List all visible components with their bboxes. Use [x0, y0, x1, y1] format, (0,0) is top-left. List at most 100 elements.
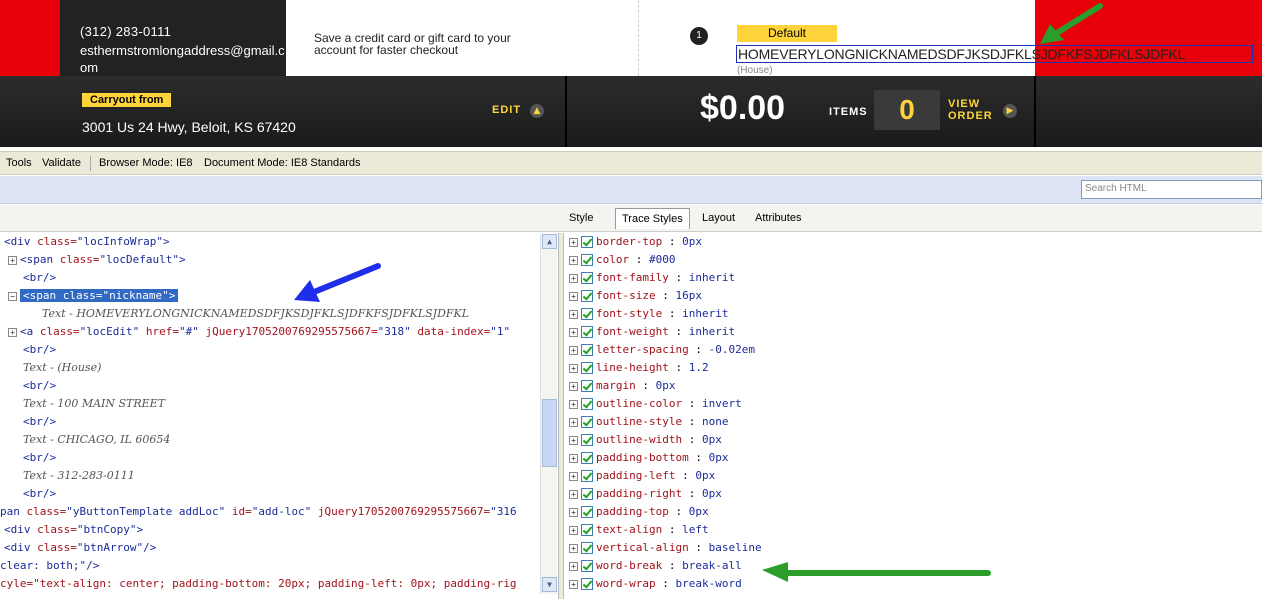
- chevron-right-icon[interactable]: ▶: [1003, 104, 1017, 118]
- style-rule-row[interactable]: + word-wrap : break-word: [569, 575, 742, 593]
- style-rule-row[interactable]: + font-size : 16px: [569, 287, 702, 305]
- expand-icon[interactable]: +: [569, 363, 578, 373]
- rule-checkbox[interactable]: [581, 542, 593, 554]
- tab-attributes[interactable]: Attributes: [749, 211, 807, 225]
- style-rule-row[interactable]: + letter-spacing : -0.02em: [569, 341, 755, 359]
- rule-checkbox[interactable]: [581, 344, 593, 356]
- style-rule-row[interactable]: + padding-left : 0px: [569, 467, 715, 485]
- menu-document-mode[interactable]: Document Mode: IE8 Standards: [204, 157, 361, 169]
- html-tree-pane[interactable]: <div class="locInfoWrap"> + <span class="…: [0, 233, 558, 599]
- rule-checkbox[interactable]: [581, 488, 593, 500]
- style-rule-row[interactable]: + font-style : inherit: [569, 305, 728, 323]
- expand-icon[interactable]: +: [569, 327, 578, 337]
- tree-node[interactable]: clear: both;"/>: [0, 557, 99, 575]
- expand-icon[interactable]: +: [8, 327, 17, 337]
- tree-text-node[interactable]: Text - CHICAGO, IL 60654: [23, 431, 170, 449]
- tree-node-selected[interactable]: − <span class="nickname">: [8, 287, 179, 305]
- rule-checkbox[interactable]: [581, 308, 593, 320]
- expand-icon[interactable]: +: [569, 291, 578, 301]
- style-rule-row[interactable]: + padding-top : 0px: [569, 503, 709, 521]
- rule-checkbox[interactable]: [581, 272, 593, 284]
- rule-checkbox[interactable]: [581, 380, 593, 392]
- style-rule-row[interactable]: + padding-bottom : 0px: [569, 449, 728, 467]
- expand-icon[interactable]: +: [569, 255, 578, 265]
- style-rule-row[interactable]: + padding-right : 0px: [569, 485, 722, 503]
- expand-icon[interactable]: +: [569, 237, 578, 247]
- tree-text-node[interactable]: Text - 100 MAIN STREET: [23, 395, 165, 413]
- style-rule-row[interactable]: + word-break : break-all: [569, 557, 742, 575]
- chevron-up-icon[interactable]: ▲: [530, 104, 544, 118]
- tree-node[interactable]: <div class="btnArrow"/>: [4, 539, 156, 557]
- tree-text-node[interactable]: Text - 312-283-0111: [23, 467, 135, 485]
- selected-node[interactable]: <span class="nickname">: [20, 289, 179, 302]
- expand-icon[interactable]: +: [569, 435, 578, 445]
- style-rule-row[interactable]: + outline-style : none: [569, 413, 728, 431]
- html-pane-scrollbar[interactable]: ▲ ▼: [540, 234, 557, 594]
- tree-node[interactable]: <br/>: [23, 341, 56, 359]
- expand-icon[interactable]: +: [569, 543, 578, 553]
- rule-checkbox[interactable]: [581, 578, 593, 590]
- expand-icon[interactable]: +: [569, 489, 578, 499]
- rule-checkbox[interactable]: [581, 560, 593, 572]
- expand-icon[interactable]: +: [569, 381, 578, 391]
- expand-icon[interactable]: +: [569, 507, 578, 517]
- rule-checkbox[interactable]: [581, 416, 593, 428]
- rule-checkbox[interactable]: [581, 254, 593, 266]
- rule-checkbox[interactable]: [581, 326, 593, 338]
- tree-node[interactable]: <br/>: [23, 413, 56, 431]
- expand-icon[interactable]: +: [569, 309, 578, 319]
- tab-trace-styles[interactable]: Trace Styles: [615, 208, 690, 229]
- expand-icon[interactable]: +: [569, 345, 578, 355]
- style-rule-row[interactable]: + margin : 0px: [569, 377, 676, 395]
- search-html-input[interactable]: Search HTML: [1081, 180, 1262, 199]
- tree-node[interactable]: <div class="btnCopy">: [4, 521, 143, 539]
- collapse-icon[interactable]: −: [8, 291, 17, 301]
- expand-icon[interactable]: +: [569, 399, 578, 409]
- tree-node[interactable]: <div class="locInfoWrap">: [4, 233, 170, 251]
- tab-style[interactable]: Style: [563, 211, 599, 225]
- style-rule-row[interactable]: + outline-color : invert: [569, 395, 742, 413]
- expand-icon[interactable]: +: [8, 255, 17, 265]
- rule-checkbox[interactable]: [581, 524, 593, 536]
- view-order-link[interactable]: VIEW ORDER: [948, 98, 993, 122]
- expand-icon[interactable]: +: [569, 561, 578, 571]
- menu-browser-mode[interactable]: Browser Mode: IE8: [99, 157, 193, 169]
- style-rule-row[interactable]: + font-family : inherit: [569, 269, 735, 287]
- rule-checkbox[interactable]: [581, 398, 593, 410]
- expand-icon[interactable]: +: [569, 525, 578, 535]
- style-rule-row[interactable]: + font-weight : inherit: [569, 323, 735, 341]
- tree-node[interactable]: <br/>: [23, 485, 56, 503]
- style-rule-row[interactable]: + outline-width : 0px: [569, 431, 722, 449]
- style-rule-row[interactable]: + vertical-align : baseline: [569, 539, 762, 557]
- menu-validate[interactable]: Validate: [42, 157, 81, 169]
- scroll-up-icon[interactable]: ▲: [542, 234, 557, 249]
- style-rule-row[interactable]: + text-align : left: [569, 521, 709, 539]
- rule-checkbox[interactable]: [581, 236, 593, 248]
- rule-checkbox[interactable]: [581, 470, 593, 482]
- tree-node[interactable]: pan class="yButtonTemplate addLoc" id="a…: [0, 503, 517, 521]
- rule-checkbox[interactable]: [581, 362, 593, 374]
- tree-text-node[interactable]: Text - HOMEVERYLONGNICKNAMEDSDFJKSDJFKLS…: [42, 305, 469, 323]
- expand-icon[interactable]: +: [569, 273, 578, 283]
- tab-layout[interactable]: Layout: [696, 211, 741, 225]
- menu-tools[interactable]: Tools: [6, 157, 32, 169]
- style-rule-row[interactable]: + color : #000: [569, 251, 676, 269]
- rule-checkbox[interactable]: [581, 434, 593, 446]
- rule-checkbox[interactable]: [581, 290, 593, 302]
- trace-styles-pane[interactable]: + border-top : 0px + color : #000 + font-fami…: [564, 233, 1262, 599]
- location-nickname[interactable]: HOMEVERYLONGNICKNAMEDSDFJKSDJFKLSJDFKFSJ…: [736, 45, 1253, 63]
- tree-node[interactable]: cyle="text-align: center; padding-bottom…: [0, 575, 517, 593]
- rule-checkbox[interactable]: [581, 452, 593, 464]
- tree-node[interactable]: <br/>: [23, 377, 56, 395]
- expand-icon[interactable]: +: [569, 471, 578, 481]
- scroll-down-icon[interactable]: ▼: [542, 577, 557, 592]
- tree-node[interactable]: <br/>: [23, 449, 56, 467]
- expand-icon[interactable]: +: [569, 579, 578, 589]
- tree-node[interactable]: <br/>: [23, 269, 56, 287]
- tree-node[interactable]: + <span class="locDefault">: [8, 251, 186, 269]
- rule-checkbox[interactable]: [581, 506, 593, 518]
- tree-text-node[interactable]: Text - (House): [23, 359, 101, 377]
- scroll-thumb[interactable]: [542, 399, 557, 467]
- style-rule-row[interactable]: + line-height : 1.2: [569, 359, 709, 377]
- expand-icon[interactable]: +: [569, 417, 578, 427]
